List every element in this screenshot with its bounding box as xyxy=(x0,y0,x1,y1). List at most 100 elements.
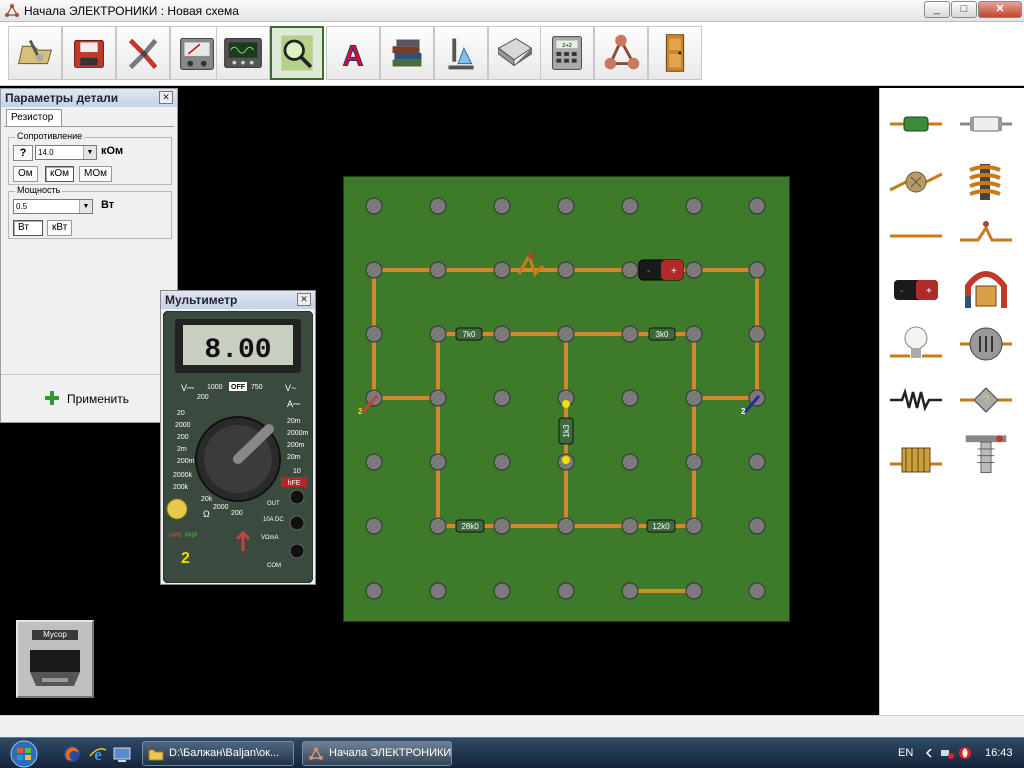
oscilloscope-icon xyxy=(224,38,262,68)
chevron-left-icon[interactable] xyxy=(922,746,936,760)
probe-point-bottom[interactable] xyxy=(562,456,570,464)
magnifier-circuit-icon xyxy=(281,35,313,71)
close-button[interactable]: ✕ xyxy=(978,1,1022,18)
solenoid-icon[interactable] xyxy=(886,436,946,480)
lamp-icon[interactable] xyxy=(886,322,946,366)
battery-icon[interactable]: - + xyxy=(886,268,946,312)
svg-text:+: + xyxy=(671,266,677,277)
resistance-combo[interactable]: 14.0 ▼ xyxy=(35,145,97,160)
books-button[interactable] xyxy=(380,26,434,80)
resistor-label-3k0: 3k0 xyxy=(656,330,669,339)
language-indicator[interactable]: EN xyxy=(898,747,913,759)
task-explorer-label: D:\Балжан\Baljan\ок... xyxy=(169,747,280,759)
unit-mohm-button[interactable]: МОм xyxy=(79,166,112,182)
dial-label-200m-b: 200m xyxy=(177,458,195,465)
exit-button[interactable] xyxy=(648,26,702,80)
show-desktop-icon[interactable] xyxy=(112,744,132,764)
properties-close-button[interactable]: ✕ xyxy=(159,91,173,104)
app-logo-icon xyxy=(308,746,324,761)
multimeter-body: 8.00 V⎓ 1000 OFF 750 V~ 200 A⎓ 20 2000 2… xyxy=(163,311,313,583)
clock[interactable]: 16:43 xyxy=(985,747,1013,759)
save-button[interactable] xyxy=(62,26,116,80)
switch-icon[interactable] xyxy=(956,214,1016,258)
resistor-7k0[interactable]: 7k0 xyxy=(455,327,483,341)
dial-label-vac: V~ xyxy=(285,383,296,393)
svg-text:?: ? xyxy=(983,393,990,407)
jack-vohma[interactable] xyxy=(289,515,305,531)
resistor-icon[interactable] xyxy=(886,102,946,146)
svg-text:+: + xyxy=(926,286,932,297)
molecule-button[interactable] xyxy=(594,26,648,80)
oscilloscope-button[interactable] xyxy=(216,26,270,80)
unit-ohm-button[interactable]: Ом xyxy=(13,166,38,182)
wire-icon[interactable] xyxy=(886,214,946,258)
dial-label-2000-b: 2000 xyxy=(213,504,229,511)
network-icon[interactable] xyxy=(940,746,954,760)
multimeter-title: Мультиметр xyxy=(165,293,238,307)
unit-kw-button[interactable]: кВт xyxy=(47,220,73,236)
potentiometer-icon[interactable] xyxy=(886,160,946,204)
apply-label: Применить xyxy=(67,392,130,406)
trash-icon xyxy=(30,650,80,686)
tab-resistor[interactable]: Резистор xyxy=(6,109,62,126)
resistor-28k0[interactable]: 28k0 xyxy=(455,519,485,533)
fuse-icon[interactable] xyxy=(956,102,1016,146)
variable-resistor-icon[interactable]: ? xyxy=(956,378,1016,422)
dial-label-npn: NPN xyxy=(169,533,182,539)
multimeter-close-button[interactable]: ✕ xyxy=(297,293,311,306)
dial-label-vdc: V⎓ xyxy=(181,383,194,393)
dial-label-off: OFF xyxy=(231,384,246,391)
chevron-down-icon[interactable]: ▼ xyxy=(83,146,96,159)
calculator-display-text: 2+2 xyxy=(562,43,572,49)
dial-label-2000: 2000 xyxy=(175,422,191,429)
unit-w-button[interactable]: Вт xyxy=(13,220,43,236)
open-button[interactable] xyxy=(8,26,62,80)
power-combo[interactable]: 0.5 ▼ xyxy=(13,199,93,214)
chevron-down-icon[interactable]: ▼ xyxy=(79,200,92,213)
keyboard-button[interactable] xyxy=(488,26,542,80)
transistor-socket[interactable] xyxy=(166,498,188,520)
probe-point-top[interactable] xyxy=(562,400,570,408)
coil-icon[interactable] xyxy=(886,378,946,422)
firefox-icon[interactable] xyxy=(62,744,82,764)
task-electronics[interactable]: Начала ЭЛЕКТРОНИКИ xyxy=(302,741,452,766)
motor-icon[interactable] xyxy=(956,268,1016,312)
inspect-button[interactable] xyxy=(270,26,324,80)
jack-10a[interactable] xyxy=(289,489,305,505)
dial-label-200m: 200m xyxy=(287,442,305,449)
internet-explorer-icon[interactable]: e xyxy=(88,744,108,764)
dial-label-2000k: 2000k xyxy=(173,472,193,479)
power-value: 0.5 xyxy=(16,202,28,211)
svg-text:-: - xyxy=(900,286,903,297)
unit-kohm-button[interactable]: кОм xyxy=(45,166,75,182)
window-controls: _ □ ✕ xyxy=(923,1,1022,19)
text-button[interactable]: A xyxy=(326,26,380,80)
opera-icon[interactable] xyxy=(958,746,972,760)
maximize-button[interactable]: □ xyxy=(951,1,977,18)
ammeter-icon[interactable] xyxy=(956,322,1016,366)
properties-title-bar: Параметры детали ✕ xyxy=(1,89,177,107)
resistor-1k3[interactable]: 1k3 xyxy=(558,417,574,445)
relay-icon[interactable] xyxy=(956,432,1016,476)
trash-bin[interactable]: Мусор xyxy=(16,620,94,698)
floppy-save-icon xyxy=(74,40,104,68)
lab-button[interactable] xyxy=(434,26,488,80)
resistor-12k0[interactable]: 12k0 xyxy=(646,519,676,533)
circuit-board[interactable]: - + 7k0 3k0 1k3 28k0 12k0 2 2 xyxy=(343,176,790,622)
jack-com[interactable] xyxy=(289,543,305,559)
battery-component[interactable]: - + xyxy=(638,259,684,281)
dial-label-10a-dc: 10A DC xyxy=(263,517,284,523)
calculator-button[interactable]: 2+2 xyxy=(540,26,594,80)
minimize-button[interactable]: _ xyxy=(924,1,950,18)
tools-button[interactable] xyxy=(116,26,170,80)
letter-a-icon: A xyxy=(342,40,364,73)
power-unit-label: Вт xyxy=(101,199,115,211)
inductor-icon[interactable] xyxy=(956,160,1016,204)
start-button-icon[interactable] xyxy=(4,739,44,768)
help-button[interactable]: ? xyxy=(13,145,33,161)
apply-button[interactable]: Применить xyxy=(1,374,177,422)
dial-label-200-b: 200 xyxy=(177,434,189,441)
task-explorer[interactable]: D:\Балжан\Baljan\ок... xyxy=(142,741,294,766)
dial-label-ohm: Ω xyxy=(203,509,210,519)
resistor-3k0[interactable]: 3k0 xyxy=(648,327,676,341)
